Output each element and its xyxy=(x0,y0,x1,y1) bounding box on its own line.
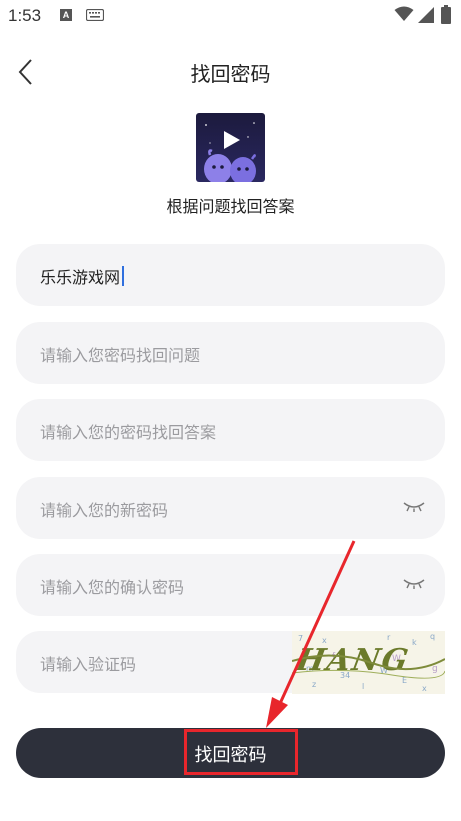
battery-icon xyxy=(441,5,451,24)
text-caret xyxy=(122,266,125,286)
app-logo xyxy=(196,113,265,182)
new-password-placeholder: 请输入您的新密码 xyxy=(40,501,169,520)
keyboard-icon xyxy=(86,9,104,21)
page-title: 找回密码 xyxy=(190,62,271,86)
eye-closed-icon[interactable] xyxy=(403,501,425,513)
notification-a-icon: A xyxy=(60,9,72,21)
captcha-image[interactable]: 7xr kqz 34lE xWm f Wg HANG xyxy=(292,631,445,694)
captcha-placeholder: 请输入验证码 xyxy=(40,655,137,674)
svg-text:l: l xyxy=(362,682,364,691)
captcha-text: HANG xyxy=(293,643,413,678)
username-value-wrap: 乐乐游戏网 xyxy=(40,264,125,288)
svg-text:k: k xyxy=(412,638,417,647)
confirm-password-field[interactable]: 请输入您的确认密码 xyxy=(16,554,445,616)
svg-text:q: q xyxy=(430,632,435,641)
submit-label: 找回密码 xyxy=(194,745,267,766)
username-field[interactable]: 乐乐游戏网 xyxy=(16,244,445,306)
status-time: 1:53 xyxy=(8,6,42,25)
svg-text:z: z xyxy=(312,680,316,689)
svg-text:x: x xyxy=(422,684,427,693)
new-password-field[interactable]: 请输入您的新密码 xyxy=(16,477,445,539)
answer-placeholder: 请输入您的密码找回答案 xyxy=(40,423,217,442)
question-placeholder: 请输入您密码找回问题 xyxy=(40,346,201,365)
svg-text:7: 7 xyxy=(298,634,303,643)
answer-field[interactable]: 请输入您的密码找回答案 xyxy=(16,399,445,461)
username-value: 乐乐游戏网 xyxy=(40,268,121,287)
subtitle: 根据问题找回答案 xyxy=(166,197,295,216)
signal-icon xyxy=(418,7,434,23)
confirm-password-placeholder: 请输入您的确认密码 xyxy=(40,578,185,597)
wifi-icon xyxy=(394,6,414,21)
submit-button[interactable]: 找回密码 xyxy=(16,728,445,778)
question-field[interactable]: 请输入您密码找回问题 xyxy=(16,322,445,384)
status-bar: 1:53 A xyxy=(0,0,461,32)
eye-closed-icon[interactable] xyxy=(403,578,425,590)
